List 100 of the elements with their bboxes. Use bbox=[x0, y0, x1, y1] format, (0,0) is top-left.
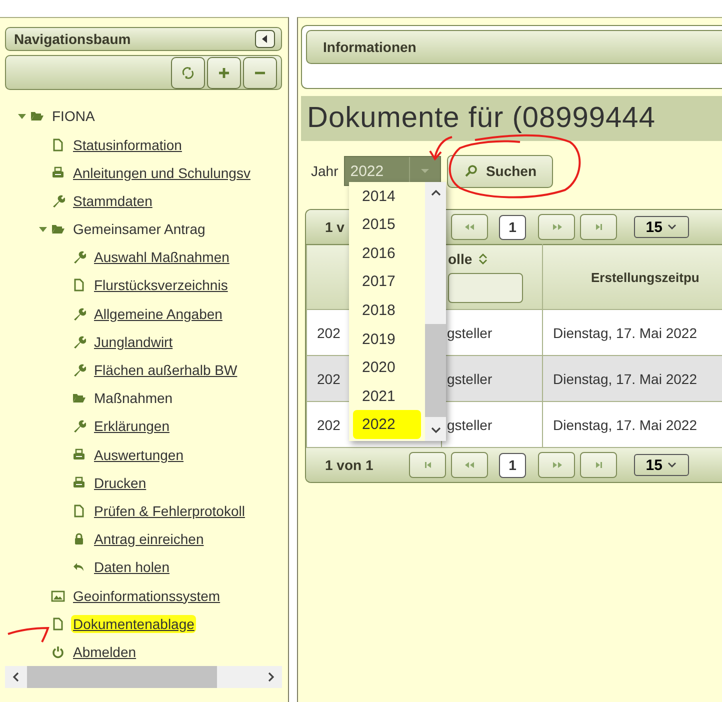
double-arrow-icon bbox=[550, 459, 562, 471]
tree-folder-label[interactable]: Gemeinsamer Antrag bbox=[71, 220, 208, 238]
sort-icon[interactable] bbox=[478, 253, 488, 265]
refresh-button[interactable] bbox=[171, 56, 205, 88]
power-icon bbox=[51, 644, 65, 659]
horizontal-scrollbar[interactable] bbox=[5, 666, 282, 688]
chevron-down-icon bbox=[667, 223, 678, 231]
year-label: Jahr bbox=[311, 163, 338, 179]
wrench-icon bbox=[72, 419, 86, 434]
table-cell: 202 bbox=[317, 324, 340, 340]
year-option[interactable]: 2018 bbox=[353, 296, 421, 325]
column-header[interactable]: olle bbox=[448, 251, 472, 267]
chevron-down-icon[interactable] bbox=[430, 426, 440, 434]
column-header[interactable]: Erstellungszeitpu bbox=[591, 270, 700, 284]
tree-item-link[interactable]: Auswertungen bbox=[92, 446, 186, 464]
search-icon bbox=[464, 164, 478, 178]
previous-page-button[interactable] bbox=[451, 214, 488, 240]
first-page-button[interactable] bbox=[409, 452, 446, 478]
year-option[interactable]: 2016 bbox=[353, 239, 421, 268]
expand-toggle-icon[interactable] bbox=[38, 224, 48, 234]
page-icon bbox=[72, 278, 86, 292]
annotation-arrow bbox=[429, 136, 452, 161]
page-count: 1 von 1 bbox=[325, 457, 374, 473]
plus-icon bbox=[218, 66, 230, 78]
tree-item-link[interactable]: Dokumentenablage bbox=[71, 614, 196, 633]
year-option[interactable]: 2022 bbox=[353, 410, 421, 439]
page-icon bbox=[51, 616, 65, 631]
lock-icon bbox=[72, 532, 86, 546]
wrench-icon bbox=[51, 194, 65, 208]
tree-item-link[interactable]: Geoinformationssystem bbox=[71, 586, 222, 605]
page-icon bbox=[51, 138, 65, 152]
search-button[interactable]: Suchen bbox=[447, 154, 554, 188]
table-cell: gsteller bbox=[447, 416, 492, 432]
table-cell: 202 bbox=[317, 370, 340, 386]
double-arrow-icon bbox=[550, 221, 562, 233]
chevron-up-icon[interactable] bbox=[430, 189, 440, 197]
page-size-select[interactable]: 15 bbox=[634, 454, 689, 476]
vertical-scrollbar[interactable] bbox=[425, 182, 446, 441]
tree-item-link[interactable]: Drucken bbox=[92, 474, 148, 492]
collapse-button[interactable] bbox=[255, 30, 275, 48]
next-page-button[interactable] bbox=[538, 452, 575, 478]
wrench-icon bbox=[72, 363, 86, 378]
previous-page-button[interactable] bbox=[451, 452, 488, 478]
last-page-button[interactable] bbox=[580, 214, 617, 240]
page-heading: Dokumente für (08999444 bbox=[301, 96, 722, 141]
next-page-button[interactable] bbox=[538, 214, 575, 240]
year-option[interactable]: 2015 bbox=[353, 210, 421, 240]
table-cell: gsteller bbox=[447, 324, 492, 340]
table-cell: gsteller bbox=[447, 370, 492, 386]
tree-item-link[interactable]: Junglandwirt bbox=[92, 332, 175, 351]
column-filter-field[interactable] bbox=[448, 273, 523, 303]
page-count: 1 v bbox=[325, 219, 344, 235]
wrench-icon bbox=[72, 334, 86, 349]
tree-item-link[interactable]: Daten holen bbox=[92, 558, 172, 576]
printer-icon bbox=[72, 448, 86, 462]
tree-folder-label[interactable]: Maßnahmen bbox=[92, 389, 175, 408]
image-icon bbox=[51, 588, 65, 603]
tree-folder-label[interactable]: FIONA bbox=[50, 107, 97, 126]
refresh-icon bbox=[181, 66, 195, 80]
collapse-all-button[interactable] bbox=[243, 56, 277, 88]
printer-icon bbox=[72, 476, 86, 490]
printer-icon bbox=[51, 166, 65, 180]
page-icon bbox=[72, 504, 86, 518]
folder-icon bbox=[51, 222, 65, 236]
year-option[interactable]: 2021 bbox=[353, 382, 421, 410]
page-number-field[interactable]: 1 bbox=[499, 214, 526, 240]
tree-item-link[interactable]: Erklärungen bbox=[92, 417, 172, 436]
double-arrow-icon bbox=[464, 459, 476, 471]
folder-icon bbox=[72, 391, 86, 406]
page-size-select[interactable]: 15 bbox=[634, 216, 689, 238]
year-option[interactable]: 2019 bbox=[353, 324, 421, 354]
chevron-left-icon[interactable] bbox=[12, 672, 20, 682]
tree-item-link[interactable]: Antrag einreichen bbox=[92, 530, 206, 548]
tree-item-link[interactable]: Flurstücksverzeichnis bbox=[92, 276, 230, 294]
tree-item-link[interactable]: Auswahl Maßnahmen bbox=[92, 248, 232, 266]
tree-item-link[interactable]: Prüfen & Fehlerprotokoll bbox=[92, 502, 247, 520]
panel-title: Navigationsbaum bbox=[14, 30, 131, 47]
tree-item-link[interactable]: Stammdaten bbox=[71, 192, 154, 210]
table-cell: Dienstag, 17. Mai 2022 bbox=[553, 416, 697, 432]
triangle-left-icon bbox=[261, 34, 269, 44]
year-option[interactable]: 2020 bbox=[353, 353, 421, 382]
tree-item-link[interactable]: Statusinformation bbox=[71, 136, 184, 154]
page-number-field[interactable]: 1 bbox=[499, 452, 526, 478]
table-cell: 202 bbox=[317, 416, 340, 432]
tree-item-link[interactable]: Abmelden bbox=[71, 642, 138, 661]
dropdown-arrow-icon bbox=[420, 168, 430, 174]
last-page-button[interactable] bbox=[580, 452, 617, 478]
info-panel-title: Informationen bbox=[323, 39, 416, 55]
expand-toggle-icon[interactable] bbox=[17, 111, 27, 122]
expand-all-button[interactable] bbox=[207, 56, 241, 88]
table-cell: Dienstag, 17. Mai 2022 bbox=[553, 370, 697, 386]
chevron-down-icon bbox=[667, 461, 678, 469]
year-option[interactable]: 2017 bbox=[353, 268, 421, 296]
chevron-right-icon[interactable] bbox=[267, 672, 275, 682]
wrench-icon bbox=[72, 250, 86, 264]
tree-item-link[interactable]: Anleitungen und Schulungsv bbox=[71, 164, 252, 182]
wrench-icon bbox=[72, 306, 86, 321]
tree-item-link[interactable]: Allgemeine Angaben bbox=[92, 304, 224, 323]
tree-item-link[interactable]: Flächen außerhalb BW bbox=[92, 361, 240, 380]
double-arrow-icon bbox=[464, 221, 476, 233]
